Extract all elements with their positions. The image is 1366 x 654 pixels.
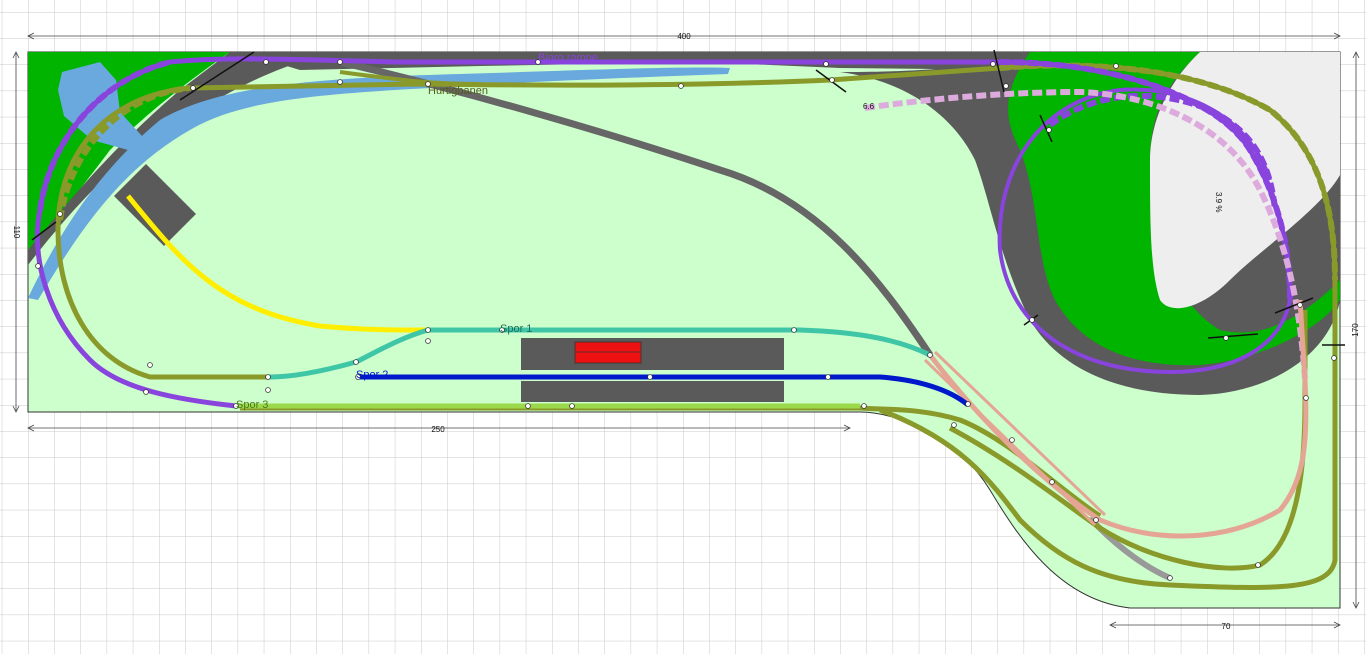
- label-bjarg-rampe: Bjarg rampe: [538, 52, 598, 64]
- label-spor-1: Spor 1: [500, 323, 532, 335]
- gradient-left-ramp: 6.6: [863, 102, 875, 111]
- dimension-bottom: 250: [431, 425, 445, 434]
- label-spor-2: Spor 2: [356, 369, 388, 381]
- dimension-right-extension: 70: [1222, 622, 1231, 631]
- dimension-right: 170: [1351, 323, 1360, 337]
- station-platform-upper: [521, 338, 784, 370]
- dimension-left: 110: [12, 226, 21, 239]
- label-hurtigbanen: Hurtigbanen: [428, 85, 488, 97]
- gradient-right-helix: 3.9 %: [1214, 192, 1223, 212]
- station-platform-lower: [521, 381, 784, 402]
- track-plan-canvas: Bjarg rampe Hurtigbanen Spor 1 Spor 2 Sp…: [0, 0, 1366, 654]
- station-building: [574, 341, 642, 364]
- label-spor-3: Spor 3: [236, 399, 268, 411]
- dimension-top: 400: [677, 32, 691, 41]
